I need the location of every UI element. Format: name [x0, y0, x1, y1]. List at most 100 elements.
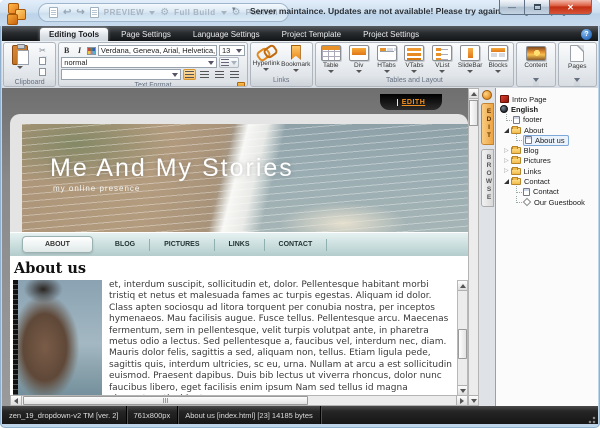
selected-tree-item[interactable]: About us: [523, 135, 569, 146]
tree-item-blog[interactable]: ▷ Blog: [500, 145, 598, 155]
edit-overlay-label[interactable]: EDITH: [402, 99, 426, 106]
chevron-down-icon[interactable]: [495, 70, 501, 73]
portrait-image[interactable]: [13, 280, 102, 395]
nav-contact[interactable]: CONTACT: [265, 241, 327, 248]
tree-item-contact-folder[interactable]: Contact: [500, 176, 598, 186]
content-button[interactable]: Content: [522, 46, 550, 69]
qat-overflow-icon[interactable]: ▾: [232, 8, 241, 17]
new-page-icon[interactable]: [90, 7, 99, 18]
expanded-marker-icon[interactable]: [504, 128, 509, 133]
div-button[interactable]: Div: [346, 45, 372, 73]
blocks-button[interactable]: Blocks: [485, 45, 511, 73]
chevron-down-icon[interactable]: [467, 70, 473, 73]
tab-project-settings[interactable]: Project Settings: [354, 28, 428, 41]
scrollbar-thumb[interactable]: [23, 396, 308, 405]
collapsed-marker-icon[interactable]: ▷: [504, 168, 509, 174]
scroll-up-icon[interactable]: [469, 89, 478, 99]
close-button[interactable]: ✕: [550, 0, 592, 15]
align-center-button[interactable]: [198, 69, 211, 80]
vtabs-button[interactable]: VTabs: [401, 45, 427, 73]
tree-item-links[interactable]: ▷ Links: [500, 166, 598, 176]
edit-page-icon[interactable]: [49, 7, 58, 18]
dialog-launcher-icon[interactable]: [237, 82, 245, 87]
tab-project-template[interactable]: Project Template: [273, 28, 350, 41]
tree-item-intro-page[interactable]: Intro Page: [500, 94, 598, 104]
tab-language-settings[interactable]: Language Settings: [184, 28, 269, 41]
tree-item-contact-page[interactable]: Contact: [500, 187, 598, 197]
bold-button[interactable]: B: [61, 46, 72, 56]
paragraph-style-select[interactable]: normal: [61, 57, 217, 68]
nav-pictures[interactable]: PICTURES: [150, 241, 213, 248]
align-justify-button[interactable]: [228, 69, 241, 80]
cut-button[interactable]: ✂: [36, 45, 49, 55]
nav-about[interactable]: ABOUT: [22, 236, 93, 253]
scroll-right-icon[interactable]: [456, 396, 467, 405]
align-right-button[interactable]: [213, 69, 226, 80]
table-button[interactable]: Table: [318, 45, 344, 73]
chevron-down-icon[interactable]: [328, 70, 334, 73]
chevron-down-icon[interactable]: [356, 70, 362, 73]
panel-gear-icon[interactable]: [482, 90, 492, 100]
nav-blog[interactable]: BLOG: [101, 241, 149, 248]
tree-item-pictures[interactable]: ▷ Pictures: [500, 156, 598, 166]
chevron-down-icon[interactable]: [411, 70, 417, 73]
italic-button[interactable]: I: [74, 46, 85, 56]
website-page[interactable]: Me And My Stories my online presence ABO…: [10, 114, 468, 395]
scroll-up-icon[interactable]: [458, 281, 467, 291]
scroll-down-icon[interactable]: [458, 385, 467, 395]
pages-button[interactable]: Pages: [563, 45, 591, 70]
scroll-left-icon[interactable]: [11, 396, 22, 405]
maximize-button[interactable]: [525, 0, 550, 15]
vlist-button[interactable]: VList: [429, 45, 455, 73]
tab-edit[interactable]: EDIT: [481, 103, 494, 145]
collapsed-marker-icon[interactable]: ▷: [504, 148, 509, 154]
chevron-down-icon[interactable]: [293, 69, 299, 72]
copy-button[interactable]: [36, 56, 49, 66]
edit-overlay-tab[interactable]: EDITH: [380, 94, 442, 110]
css-class-select[interactable]: [61, 69, 181, 80]
tree-item-english[interactable]: English: [500, 104, 598, 114]
tree-item-about[interactable]: About: [500, 125, 598, 135]
chevron-down-icon[interactable]: [149, 11, 155, 15]
scrollbar-thumb[interactable]: [469, 100, 478, 126]
minimize-button[interactable]: —: [499, 0, 525, 15]
paste-special-button[interactable]: [36, 67, 49, 77]
bookmark-button[interactable]: Bookmark: [282, 45, 310, 72]
chevron-down-icon[interactable]: [263, 68, 269, 71]
header-image[interactable]: Me And My Stories my online presence: [22, 124, 468, 232]
htabs-button[interactable]: HTabs: [374, 45, 400, 73]
canvas-horizontal-scrollbar[interactable]: [10, 395, 468, 406]
forward-icon[interactable]: ↪: [76, 8, 84, 18]
tree-item-footer[interactable]: footer: [500, 115, 598, 125]
list-button[interactable]: [219, 57, 239, 68]
app-logo-icon[interactable]: [6, 2, 32, 26]
chevron-down-icon[interactable]: [384, 70, 390, 73]
design-canvas[interactable]: EDITH Me And My Stories my online presen…: [2, 88, 468, 406]
canvas-vertical-scrollbar[interactable]: [468, 88, 479, 406]
scroll-down-icon[interactable]: [469, 395, 478, 405]
align-left-button[interactable]: [183, 69, 196, 80]
hyperlink-button[interactable]: Hyperlink: [253, 45, 280, 72]
tree-item-about-us[interactable]: About us: [500, 135, 598, 145]
chevron-down-icon[interactable]: [221, 11, 227, 15]
scrollbar-thumb[interactable]: [458, 329, 467, 359]
expanded-marker-icon[interactable]: [504, 179, 509, 184]
font-color-icon[interactable]: [87, 47, 96, 55]
paste-button[interactable]: [6, 45, 34, 77]
tree-item-our-guestbook[interactable]: Our Guestbook: [500, 197, 598, 207]
font-family-select[interactable]: Verdana, Geneva, Arial, Helvetica, sa: [98, 45, 217, 56]
full-build-button[interactable]: Full Build: [174, 8, 215, 17]
tab-page-settings[interactable]: Page Settings: [112, 28, 180, 41]
tab-editing-tools[interactable]: Editing Tools: [40, 28, 108, 41]
chevron-down-icon[interactable]: [439, 70, 445, 73]
preview-button[interactable]: PREVIEW: [104, 8, 144, 17]
nav-links[interactable]: LINKS: [215, 241, 264, 248]
body-text-block[interactable]: et, interdum suscipit, sollicitudin et, …: [109, 280, 468, 395]
font-size-select[interactable]: 13: [219, 45, 245, 56]
tab-browse[interactable]: BROWSE: [481, 149, 494, 207]
chevron-down-icon[interactable]: [574, 78, 580, 82]
back-icon[interactable]: ↩: [63, 8, 71, 18]
text-vertical-scrollbar[interactable]: [457, 280, 468, 395]
slidebar-button[interactable]: SlideBar: [457, 45, 483, 73]
chevron-down-icon[interactable]: [533, 78, 539, 82]
